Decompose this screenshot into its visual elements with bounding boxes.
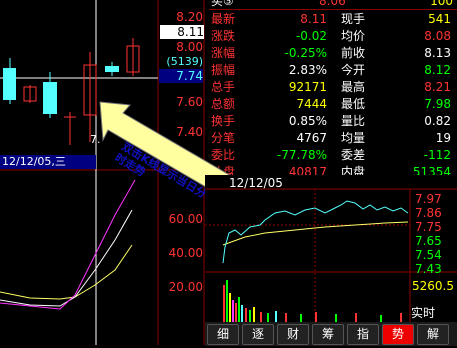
indicator-label-60: 60.00 xyxy=(168,212,203,226)
tab-5[interactable]: 势 xyxy=(382,324,414,345)
tab-0[interactable]: 细 xyxy=(207,324,239,345)
intraday-date: 12/12/05 xyxy=(229,176,283,190)
tab-2[interactable]: 财 xyxy=(277,324,309,345)
tab-3[interactable]: 筹 xyxy=(312,324,344,345)
quote-value: 92171 xyxy=(288,80,327,94)
quote-value: 7444 xyxy=(296,97,327,111)
quote-label: 前收 xyxy=(341,46,366,60)
tab-4[interactable]: 指 xyxy=(347,324,379,345)
quote-value: -112 xyxy=(423,148,451,162)
quote-label: 委差 xyxy=(341,148,366,162)
quote-value: -0.02 xyxy=(295,29,327,43)
price-label-cursor: 7.74 xyxy=(159,69,203,83)
intraday-tick-3: 7.65 xyxy=(415,234,442,248)
quote-value: 2.83% xyxy=(288,63,327,77)
quote-label: 最低 xyxy=(341,97,366,111)
quote-value: 8.21 xyxy=(424,80,451,94)
quote-value: 7.98 xyxy=(424,97,451,111)
indicator-label-40: 40.00 xyxy=(168,246,203,260)
quote-value: 8.08 xyxy=(424,29,451,43)
quote-label: 均量 xyxy=(341,131,366,145)
quote-value: 4767 xyxy=(296,131,327,145)
intraday-volume-label: 5260.5 xyxy=(412,279,454,293)
intraday-tick-0: 7.97 xyxy=(415,192,442,206)
indicator-line-white xyxy=(0,209,133,307)
quote-value: 0.82 xyxy=(424,114,451,128)
quote-label: 量比 xyxy=(341,114,366,128)
quote-row: 涨跌 -0.02 均价 8.08 xyxy=(209,29,457,44)
price-label-8: 8.00 xyxy=(176,40,203,54)
intraday-chart[interactable]: 12/12/05 7.97 7.86 7.75 7.65 7.54 7.43 5… xyxy=(205,175,457,325)
candle[interactable] xyxy=(64,112,76,145)
quote-label: 涨幅 xyxy=(211,46,236,60)
bottom-tab-bar: 细逐财筹指势解 xyxy=(205,322,457,346)
quote-row: 振幅 2.83% 今开 8.12 xyxy=(209,63,457,78)
quote-row-partial: 买⑤ 8.06 100 xyxy=(211,0,453,8)
quote-label: 最高 xyxy=(341,80,366,94)
quote-value: 0.85% xyxy=(288,114,327,128)
quote-row: 涨幅 -0.25% 前收 8.13 xyxy=(209,46,457,61)
intraday-tick-4: 7.54 xyxy=(415,248,442,262)
quote-label: 今开 xyxy=(341,63,366,77)
indicator-label-20: 20.00 xyxy=(168,280,203,294)
tab-1[interactable]: 逐 xyxy=(242,324,274,345)
quote-label: 最新 xyxy=(211,12,236,26)
cursor-date-label: 12/12/05,三 xyxy=(0,155,96,169)
candle[interactable] xyxy=(105,62,119,76)
intraday-tick-5: 7.43 xyxy=(415,262,442,276)
quote-label: 振幅 xyxy=(211,63,236,77)
candle[interactable] xyxy=(83,52,97,142)
quote-label: 现手 xyxy=(341,12,366,26)
intraday-tick-1: 7.86 xyxy=(415,206,442,220)
quote-value: 8.11 xyxy=(300,12,327,26)
candle[interactable] xyxy=(43,72,57,118)
tab-6[interactable]: 解 xyxy=(417,324,449,345)
price-label-high: 8.20 xyxy=(176,10,203,24)
quote-value: 541 xyxy=(428,12,451,26)
quote-value: 19 xyxy=(435,131,451,145)
quote-value: -77.78% xyxy=(276,148,327,162)
quote-row: 最新 8.11 现手 541 xyxy=(209,12,457,27)
candle[interactable] xyxy=(126,38,140,76)
indicator-line-yellow xyxy=(0,244,133,300)
quote-label: 均价 xyxy=(341,29,366,43)
intraday-tick-2: 7.75 xyxy=(415,220,442,234)
quote-label: 总手 xyxy=(211,80,236,94)
quote-value: 8.12 xyxy=(424,63,451,77)
quote-value: 8.13 xyxy=(424,46,451,60)
candle[interactable] xyxy=(3,58,16,104)
quote-row: 总手 92171 最高 8.21 xyxy=(209,80,457,95)
volume-label: (5139) xyxy=(166,55,203,68)
quote-value: -0.25% xyxy=(284,46,327,60)
quote-label: 涨跌 xyxy=(211,29,236,43)
candle[interactable] xyxy=(23,85,37,103)
price-label-current: 8.11 xyxy=(160,25,204,39)
intraday-mode-label[interactable]: 实时 xyxy=(411,304,435,321)
